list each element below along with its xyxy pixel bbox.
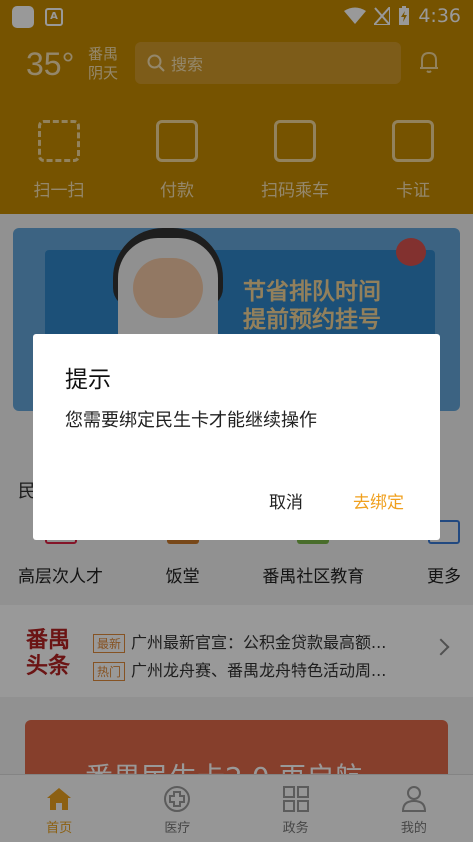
bind-card-button[interactable]: 去绑定 (353, 488, 404, 513)
screen: A 4:36 35° 番禺 阴天 搜索 扫一扫 付款 扫码乘车 卡证 节省排队时… (0, 0, 473, 842)
cancel-button[interactable]: 取消 (269, 488, 303, 513)
dialog-title: 提示 (65, 367, 111, 393)
bind-card-dialog: 提示 您需要绑定民生卡才能继续操作 取消 去绑定 (33, 334, 440, 540)
dialog-message: 您需要绑定民生卡才能继续操作 (65, 410, 317, 431)
